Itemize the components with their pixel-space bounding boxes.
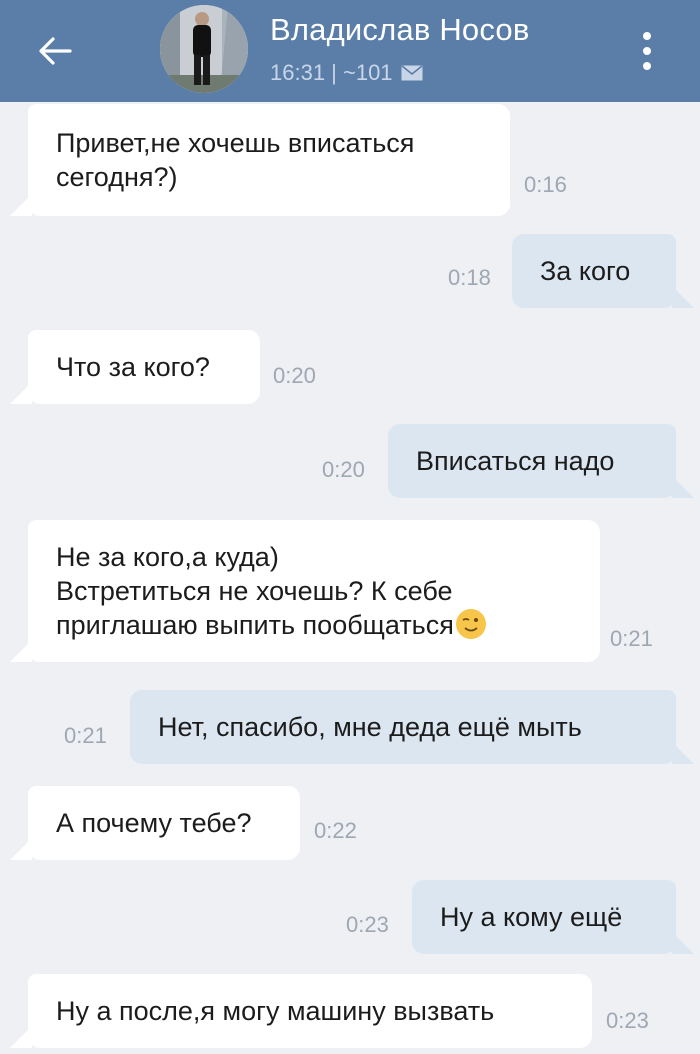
message-text-line: Вписаться надо (416, 446, 615, 476)
message-text-line: Ну а кому ещё (440, 902, 623, 932)
envelope-icon (401, 65, 423, 81)
message-text-line: А почему тебе? (56, 808, 252, 838)
message-text-line: Ну а после,я могу машину вызвать (56, 996, 495, 1026)
message-incoming[interactable]: А почему тебе? (10, 786, 300, 860)
back-arrow-icon (39, 37, 72, 65)
message-incoming[interactable]: Что за кого? (10, 330, 260, 404)
message-text-line: Привет,не хочешь вписаться (56, 128, 415, 158)
message-time: 0:16 (524, 172, 567, 197)
status-text: 16:31 | ~101 (270, 60, 393, 85)
contact-status: 16:31 | ~101 (270, 60, 423, 86)
message-time: 0:23 (346, 912, 389, 937)
message-time: 0:22 (314, 818, 357, 843)
message-incoming[interactable]: Не за кого,а куда) Встретиться не хочешь… (10, 520, 600, 662)
message-text-line: сегодня?) (56, 162, 178, 192)
message-time: 0:20 (322, 457, 365, 482)
message-text-line-with-emoji: приглашаю выпить пообщаться (56, 608, 572, 642)
chat-header: Владислав Носов 16:31 | ~101 (0, 0, 700, 102)
wink-emoji-icon (455, 609, 486, 639)
dot-icon (643, 47, 651, 55)
message-incoming[interactable]: Ну а после,я могу машину вызвать (10, 974, 592, 1048)
message-time: 0:23 (606, 1008, 649, 1033)
avatar[interactable] (160, 5, 248, 93)
dot-icon (643, 32, 651, 40)
back-button[interactable] (30, 26, 80, 76)
message-list[interactable]: Привет,не хочешь вписаться сегодня?) 0:1… (0, 102, 700, 1054)
message-text-line: приглашаю выпить пообщаться (56, 610, 454, 640)
more-menu-button[interactable] (630, 26, 664, 76)
message-text-line: Что за кого? (56, 352, 210, 382)
message-time: 0:21 (610, 626, 653, 651)
contact-name[interactable]: Владислав Носов (270, 12, 530, 48)
message-text-line: Нет, спасибо, мне деда ещё мыть (158, 712, 582, 742)
message-outgoing[interactable]: Ну а кому ещё (412, 880, 694, 954)
message-outgoing[interactable]: Вписаться надо (388, 424, 694, 498)
message-outgoing[interactable]: За кого (512, 234, 694, 308)
message-time: 0:21 (64, 723, 107, 748)
message-time: 0:18 (448, 265, 491, 290)
message-outgoing[interactable]: Нет, спасибо, мне деда ещё мыть (130, 690, 694, 764)
message-text-line: Встретиться не хочешь? К себе (56, 576, 453, 606)
message-text-line: Не за кого,а куда) (56, 542, 279, 572)
message-incoming[interactable]: Привет,не хочешь вписаться сегодня?) (10, 104, 510, 216)
message-text-line: За кого (540, 256, 631, 286)
dot-icon (643, 62, 651, 70)
message-time: 0:20 (273, 363, 316, 388)
